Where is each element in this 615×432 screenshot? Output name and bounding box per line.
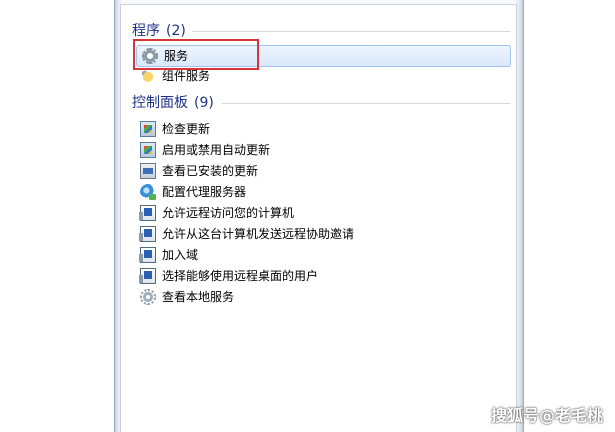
installed-updates-icon <box>140 163 156 179</box>
windows-update-icon <box>140 121 156 137</box>
result-item-remote-access[interactable]: 允许远程访问您的计算机 <box>139 203 295 223</box>
result-item-label: 选择能够使用远程桌面的用户 <box>162 269 319 283</box>
control-panel-count: (9) <box>194 95 214 111</box>
programs-header-rule <box>192 31 510 32</box>
programs-group-header[interactable]: 程序 (2) <box>132 21 186 41</box>
result-item-local-services[interactable]: 查看本地服务 <box>140 287 234 307</box>
result-item-label: 允许远程访问您的计算机 <box>162 206 295 220</box>
result-item-remote-assistance[interactable]: 允许从这台计算机发送远程协助邀请 <box>139 224 355 244</box>
result-item-check-updates[interactable]: 检查更新 <box>140 119 210 139</box>
result-item-label: 组件服务 <box>162 69 211 83</box>
programs-header-label: 程序 <box>132 23 160 39</box>
remote-desktop-icon <box>139 226 156 242</box>
result-item-installed-updates[interactable]: 查看已安装的更新 <box>140 161 258 181</box>
remote-desktop-icon <box>139 205 156 221</box>
result-item-label: 加入域 <box>162 248 199 262</box>
result-item-join-domain[interactable]: 加入域 <box>139 245 199 265</box>
gear-icon <box>142 48 158 64</box>
result-item-label: 检查更新 <box>162 122 211 136</box>
control-panel-header-label: 控制面板 <box>132 95 188 111</box>
result-item-component-services[interactable]: 组件服务 <box>140 66 210 86</box>
component-services-icon <box>140 68 156 84</box>
result-item-services[interactable]: 服务 <box>136 45 511 67</box>
local-services-icon <box>140 289 156 305</box>
remote-desktop-icon <box>139 268 156 284</box>
programs-count: (2) <box>166 23 186 39</box>
result-item-remote-desktop-users[interactable]: 选择能够使用远程桌面的用户 <box>139 266 319 286</box>
control-panel-group-header[interactable]: 控制面板 (9) <box>132 93 214 113</box>
proxy-globe-icon <box>140 184 156 200</box>
result-item-proxy-server[interactable]: 配置代理服务器 <box>140 182 246 202</box>
result-item-label: 配置代理服务器 <box>162 185 247 199</box>
result-item-auto-update[interactable]: 启用或禁用自动更新 <box>140 140 270 160</box>
windows-update-icon <box>140 142 156 158</box>
result-item-label: 允许从这台计算机发送远程协助邀请 <box>162 227 355 241</box>
result-item-label: 服务 <box>164 49 189 63</box>
watermark: 搜狐号@老毛桃 <box>490 406 603 425</box>
result-item-label: 查看已安装的更新 <box>162 164 259 178</box>
control-panel-header-rule <box>222 103 510 104</box>
result-item-label: 查看本地服务 <box>162 290 235 304</box>
result-item-label: 启用或禁用自动更新 <box>162 143 271 157</box>
remote-desktop-icon <box>139 247 156 263</box>
